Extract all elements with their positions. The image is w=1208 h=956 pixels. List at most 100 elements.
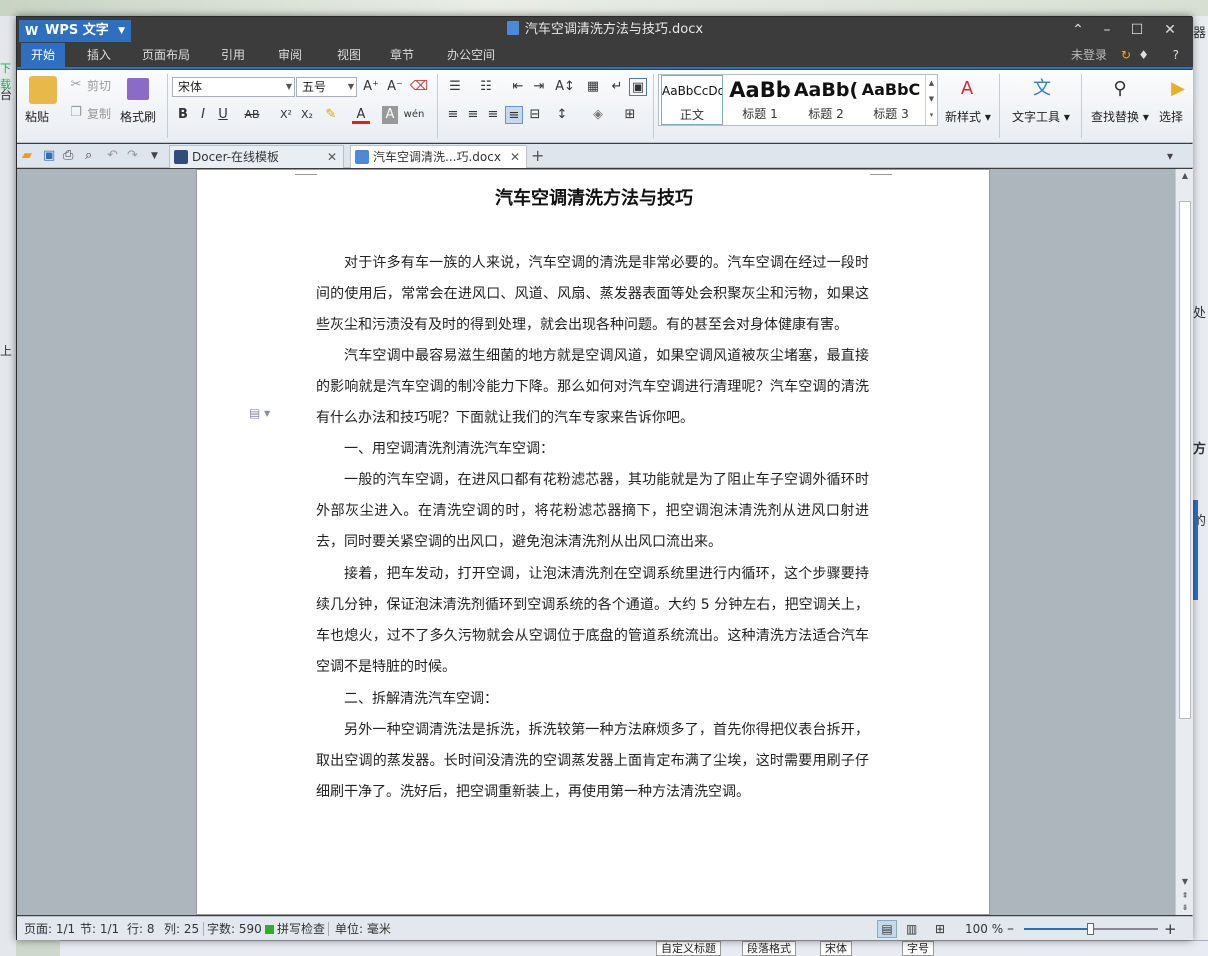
outline-view-icon[interactable]: ▥ [906, 917, 917, 941]
zoom-slider[interactable] [1024, 923, 1158, 935]
subscript-icon[interactable]: X₂ [298, 106, 316, 124]
sync-icon[interactable]: ↻ [1121, 43, 1131, 67]
new-tab-button[interactable]: + [531, 144, 544, 168]
shading-icon[interactable]: ◈ [587, 106, 609, 124]
minimize-button[interactable]: – [1092, 17, 1122, 43]
page-view-icon[interactable]: ▤ [877, 920, 897, 938]
text-tools-button[interactable]: 文字工具 ▾ [1012, 108, 1070, 125]
tab-review[interactable]: 审阅 [268, 43, 312, 67]
align-right-icon[interactable]: ≡ [485, 106, 501, 124]
decrease-font-icon[interactable]: A⁻ [385, 78, 405, 96]
scrollbar-thumb[interactable] [1179, 201, 1191, 719]
char-shading-icon[interactable]: A [382, 106, 398, 124]
style-heading-3[interactable]: AaBbC 标题 3 [859, 75, 923, 125]
zoom-in-button[interactable]: + [1164, 917, 1177, 941]
pinyin-icon[interactable]: wén [403, 106, 425, 124]
prev-page-icon[interactable]: ⇞ [1176, 891, 1194, 900]
paste-icon[interactable] [29, 76, 57, 104]
highlight-icon[interactable]: ✎ [322, 106, 340, 124]
tab-references[interactable]: 引用 [211, 43, 255, 67]
redo-icon[interactable]: ↷ [127, 147, 138, 165]
style-heading-2[interactable]: AaBb( 标题 2 [793, 75, 859, 125]
app-menu-button[interactable]: W WPS 文字 ▼ [19, 20, 131, 42]
paragraph-options-icon[interactable]: ▤ ▾ [249, 406, 270, 420]
status-unit[interactable]: 单位: 毫米 [335, 917, 391, 941]
tab-chapter[interactable]: 章节 [380, 43, 424, 67]
tab-docer[interactable]: Docer-在线模板 ✕ [169, 145, 344, 168]
tab-page-layout[interactable]: 页面布局 [132, 43, 200, 67]
quick-access-dropdown[interactable]: ▼ [151, 147, 158, 165]
find-replace-button[interactable]: 查找替换 ▾ [1091, 108, 1149, 125]
line-spacing-icon[interactable]: ↕ [551, 106, 573, 124]
zoom-out-button[interactable]: – [1007, 917, 1014, 941]
align-left-icon[interactable]: ≡ [445, 106, 461, 124]
tab-view[interactable]: 视图 [327, 43, 371, 67]
underline-icon[interactable]: U [215, 106, 231, 124]
open-folder-icon[interactable]: ▰ [22, 147, 32, 165]
help-button[interactable]: ? [1173, 43, 1179, 67]
italic-icon[interactable]: I [195, 106, 211, 124]
skin-icon[interactable]: ♦ [1138, 43, 1149, 67]
new-style-button[interactable]: 新样式 ▾ [945, 108, 991, 125]
tab-home[interactable]: 开始 [21, 43, 66, 67]
gallery-scroll[interactable]: ▲ ▼ ▾ [925, 75, 937, 125]
scroll-up-icon[interactable]: ▲ [1176, 171, 1194, 180]
select-button[interactable]: 选择 [1159, 108, 1183, 125]
strikethrough-icon[interactable]: AB [241, 106, 263, 124]
table-icon[interactable]: ▦ [585, 78, 601, 96]
web-view-icon[interactable]: ⊞ [935, 917, 945, 941]
paste-button[interactable]: 粘贴 [25, 108, 49, 125]
style-heading-1[interactable]: AaBb 标题 1 [727, 75, 793, 125]
show-layout-icon[interactable]: ▣ [629, 78, 647, 96]
increase-font-icon[interactable]: A⁺ [361, 78, 381, 96]
ribbon-collapse-button[interactable]: ⌃ [1063, 17, 1093, 43]
format-painter-icon[interactable] [127, 78, 149, 100]
scroll-down-icon[interactable]: ▼ [1176, 877, 1194, 886]
superscript-icon[interactable]: X² [277, 106, 295, 124]
next-page-icon[interactable]: ⇟ [1176, 903, 1194, 912]
tab-office-space[interactable]: 办公空间 [437, 43, 505, 67]
close-tab-icon[interactable]: ✕ [327, 146, 337, 168]
format-painter-button[interactable]: 格式刷 [120, 108, 156, 125]
login-link[interactable]: 未登录 [1071, 43, 1107, 67]
print-preview-icon[interactable]: ⌕ [85, 147, 92, 165]
close-button[interactable]: ✕ [1155, 17, 1185, 43]
vertical-scrollbar[interactable]: ▲ ▼ ⇞ ⇟ [1175, 169, 1193, 915]
maximize-button[interactable]: ☐ [1122, 17, 1152, 43]
text-tools-icon[interactable]: 文 [1029, 76, 1055, 102]
save-icon[interactable]: ▣ [43, 147, 55, 165]
clear-format-icon[interactable]: ⌫ [409, 78, 429, 96]
status-page[interactable]: 页面: 1/1 [24, 917, 75, 941]
decrease-indent-icon[interactable]: ⇤ [509, 78, 527, 96]
undo-icon[interactable]: ↶ [107, 147, 118, 165]
paragraph-mark-icon[interactable]: ↵ [609, 78, 625, 96]
document-page[interactable]: 汽车空调清洗方法与技巧 ▤ ▾ 对于许多有车一族的人来说，汽车空调的清洗是非常必… [196, 169, 990, 915]
justify-icon[interactable]: ≡ [505, 106, 523, 124]
increase-indent-icon[interactable]: ⇥ [530, 78, 548, 96]
cut-button[interactable]: 剪切 [87, 77, 111, 94]
text-direction-icon[interactable]: A↕ [554, 78, 576, 96]
bold-icon[interactable]: B [175, 106, 191, 124]
spell-check-toggle[interactable]: 拼写检查 [277, 917, 325, 941]
font-size-select[interactable]: 五号 ▼ [296, 77, 357, 97]
binoculars-icon[interactable]: ⚲ [1107, 76, 1133, 102]
font-color-icon[interactable]: A [352, 106, 370, 124]
numbered-list-icon[interactable]: ☷ [475, 78, 497, 96]
copy-icon[interactable]: ❐ [69, 104, 83, 122]
close-tab-icon[interactable]: ✕ [510, 146, 520, 168]
select-icon[interactable]: ▶ [1169, 76, 1187, 102]
copy-button[interactable]: 复制 [87, 105, 111, 122]
tab-document[interactable]: 汽车空调清洗...巧.docx ✕ [350, 145, 527, 168]
print-icon[interactable]: ⎙ [63, 147, 73, 165]
zoom-level[interactable]: 100 % [965, 917, 1003, 941]
font-name-select[interactable]: 宋体 ▼ [172, 77, 295, 97]
align-center-icon[interactable]: ≡ [465, 106, 481, 124]
borders-icon[interactable]: ⊞ [619, 106, 641, 124]
tab-list-icon[interactable]: ▾ [1167, 147, 1173, 165]
status-word-count[interactable]: 字数: 590 [207, 917, 262, 941]
scissors-icon[interactable]: ✂ [69, 76, 83, 94]
style-normal[interactable]: AaBbCcDd 正文 [661, 75, 723, 125]
distribute-icon[interactable]: ⊟ [527, 106, 543, 124]
bullet-list-icon[interactable]: ☰ [444, 78, 466, 96]
zoom-slider-thumb[interactable] [1087, 923, 1094, 935]
